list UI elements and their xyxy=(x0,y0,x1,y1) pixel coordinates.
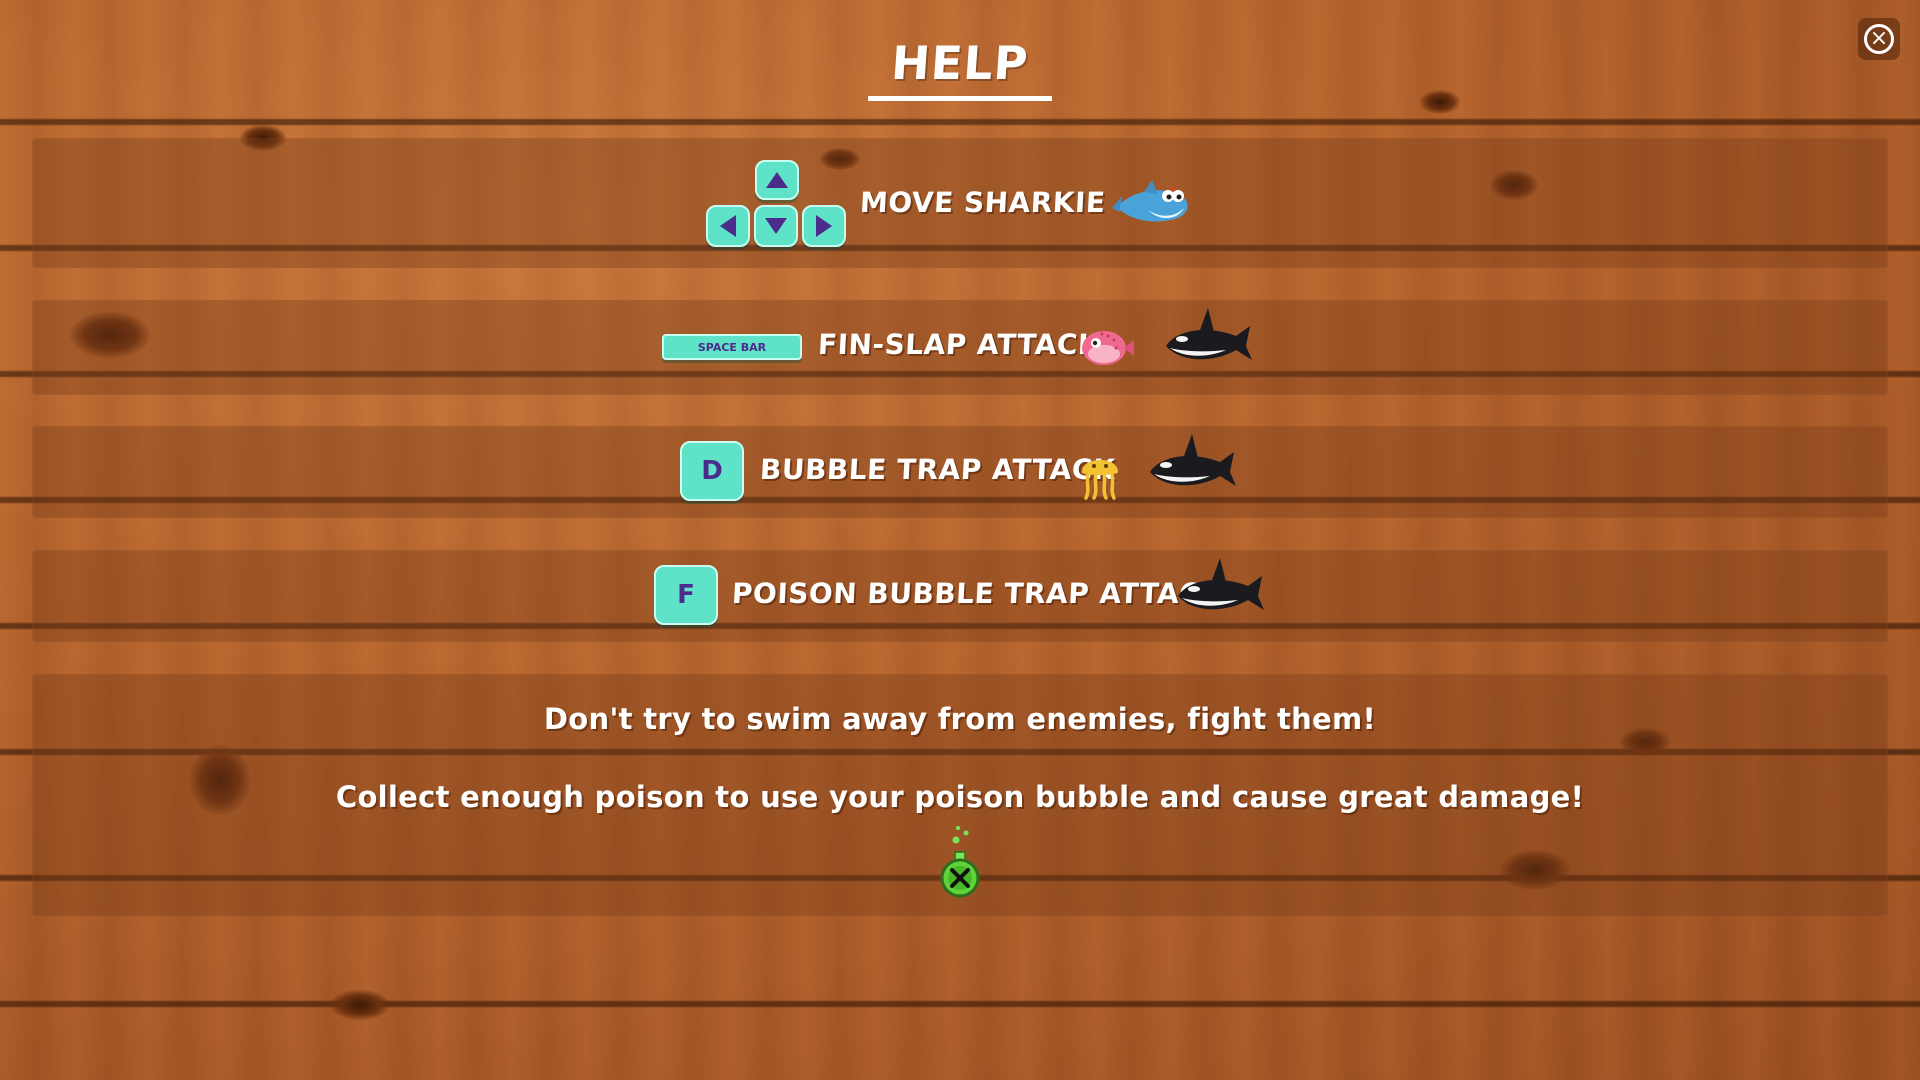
arrow-right-key[interactable] xyxy=(802,205,846,247)
poison-bottle-icon xyxy=(940,826,980,898)
arrow-left-key[interactable] xyxy=(706,205,750,247)
arrow-left-icon xyxy=(720,215,736,237)
page-title: HELP xyxy=(889,36,1031,90)
arrow-down-key[interactable] xyxy=(754,205,798,247)
bubble-trap-attack-label: BUBBLE TRAP ATTACK xyxy=(759,453,1117,486)
shark-icon xyxy=(1112,180,1188,222)
poison-bubble-trap-attack-label: POISON BUBBLE TRAP ATTACK xyxy=(731,577,1224,610)
tip-collect-poison: Collect enough poison to use your poison… xyxy=(335,780,1585,814)
wood-knot xyxy=(330,990,390,1020)
arrow-right-icon xyxy=(816,215,832,237)
fin-slap-attack-label: FIN-SLAP ATTACK xyxy=(817,328,1102,361)
pufferfish-icon xyxy=(1082,331,1134,365)
close-icon: × xyxy=(1864,24,1894,54)
space-bar-key[interactable]: SPACE BAR xyxy=(662,334,802,360)
jellyfish-icon xyxy=(1082,460,1118,500)
arrow-up-key[interactable] xyxy=(755,160,799,200)
help-title-block: HELP xyxy=(868,36,1052,101)
wood-knot xyxy=(1420,90,1460,114)
f-key[interactable]: F xyxy=(654,565,718,625)
title-underline xyxy=(868,96,1052,101)
arrow-up-icon xyxy=(766,172,788,188)
d-key[interactable]: D xyxy=(680,441,744,501)
arrow-down-icon xyxy=(765,218,787,234)
move-sharkie-label: MOVE SHARKIE xyxy=(859,186,1107,219)
orca-icon xyxy=(1178,558,1264,610)
orca-icon xyxy=(1150,434,1236,486)
tip-fight-enemies: Don't try to swim away from enemies, fig… xyxy=(543,702,1377,736)
close-button[interactable]: × xyxy=(1858,18,1900,60)
orca-icon xyxy=(1166,308,1252,360)
